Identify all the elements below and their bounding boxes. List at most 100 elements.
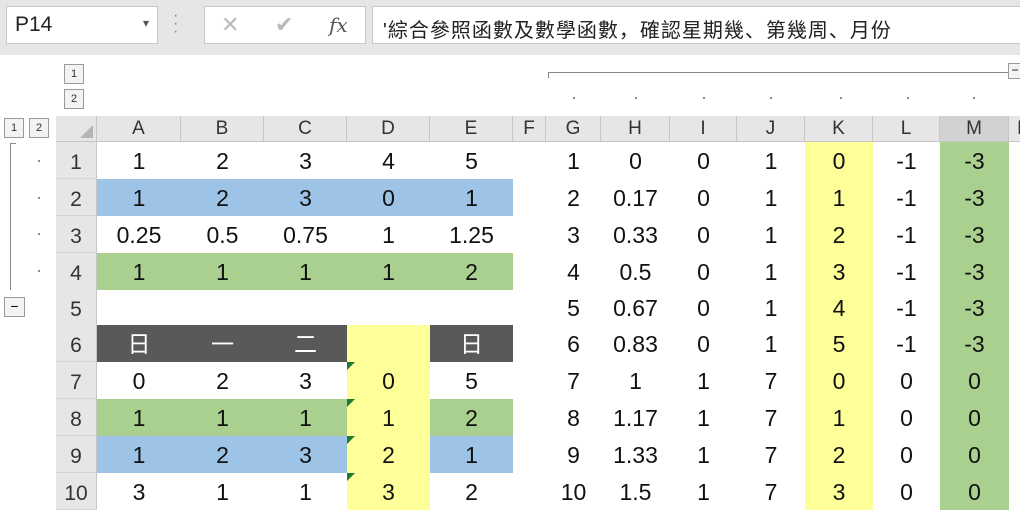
cell-h10[interactable]: 1.5 — [601, 473, 670, 510]
cell-k4[interactable]: 3 — [805, 253, 873, 290]
cell-j7[interactable]: 7 — [737, 362, 805, 399]
formula-input[interactable]: '綜合參照函數及數學函數，確認星期幾、第幾周、月份 — [372, 6, 1020, 44]
cell-g3[interactable]: 3 — [546, 216, 601, 253]
more-options-icon[interactable]: · · · — [173, 8, 178, 40]
cell-f2[interactable] — [513, 179, 546, 216]
cell-d6[interactable] — [347, 325, 430, 362]
cell-l4[interactable]: -1 — [873, 253, 940, 290]
cell-k5[interactable]: 4 — [805, 289, 873, 326]
cell-i7[interactable]: 1 — [670, 362, 737, 399]
cell-j4[interactable]: 1 — [737, 253, 805, 290]
row-group-collapse-button[interactable]: − — [4, 297, 25, 317]
cell-a5[interactable] — [97, 289, 181, 326]
cell-j1[interactable]: 1 — [737, 142, 805, 179]
row-header-1[interactable]: 1 — [56, 142, 97, 179]
cell-k8[interactable]: 1 — [805, 399, 873, 436]
cell-a7[interactable]: 0 — [97, 362, 181, 399]
column-outline-level-2[interactable]: 2 — [64, 89, 84, 109]
error-indicator-icon[interactable] — [347, 362, 355, 370]
row-header-8[interactable]: 8 — [56, 399, 97, 436]
cell-f9[interactable] — [513, 436, 546, 473]
cell-a8[interactable]: 1 — [97, 399, 181, 436]
cell-j10[interactable]: 7 — [737, 473, 805, 510]
cell-k3[interactable]: 2 — [805, 216, 873, 253]
cell-h1[interactable]: 0 — [601, 142, 670, 179]
cell-e3[interactable]: 1.25 — [430, 216, 513, 253]
cell-k10[interactable]: 3 — [805, 473, 873, 510]
column-header-b[interactable]: B — [181, 116, 264, 142]
cell-l2[interactable]: -1 — [873, 179, 940, 216]
column-header-m[interactable]: M — [940, 116, 1009, 142]
cell-m5[interactable]: -3 — [940, 289, 1009, 326]
cell-e5[interactable] — [430, 289, 513, 326]
cell-g6[interactable]: 6 — [546, 325, 601, 362]
cell-c6[interactable]: 二 — [264, 325, 347, 362]
cell-m1[interactable]: -3 — [940, 142, 1009, 179]
column-header-n[interactable]: N — [1009, 116, 1020, 142]
row-header-10[interactable]: 10 — [56, 473, 97, 510]
cell-b8[interactable]: 1 — [181, 399, 264, 436]
cell-e6[interactable]: 日 — [430, 325, 513, 362]
cell-h2[interactable]: 0.17 — [601, 179, 670, 216]
cell-e4[interactable]: 2 — [430, 253, 513, 290]
cell-g1[interactable]: 1 — [546, 142, 601, 179]
cell-m2[interactable]: -3 — [940, 179, 1009, 216]
column-header-c[interactable]: C — [264, 116, 347, 142]
cell-c10[interactable]: 1 — [264, 473, 347, 510]
cell-d7[interactable]: 0 — [347, 362, 430, 399]
cell-b9[interactable]: 2 — [181, 436, 264, 473]
cell-g7[interactable]: 7 — [546, 362, 601, 399]
cell-e10[interactable]: 2 — [430, 473, 513, 510]
cell-i9[interactable]: 1 — [670, 436, 737, 473]
row-outline-level-1[interactable]: 1 — [4, 118, 24, 138]
cell-j9[interactable]: 7 — [737, 436, 805, 473]
cell-a9[interactable]: 1 — [97, 436, 181, 473]
cell-d3[interactable]: 1 — [347, 216, 430, 253]
cell-c7[interactable]: 3 — [264, 362, 347, 399]
row-outline-level-2[interactable]: 2 — [29, 118, 49, 138]
cell-i6[interactable]: 0 — [670, 325, 737, 362]
cell-i2[interactable]: 0 — [670, 179, 737, 216]
cell-c2[interactable]: 3 — [264, 179, 347, 216]
cell-l5[interactable]: -1 — [873, 289, 940, 326]
row-header-7[interactable]: 7 — [56, 362, 97, 399]
column-header-j[interactable]: J — [737, 116, 805, 142]
cell-h9[interactable]: 1.33 — [601, 436, 670, 473]
cell-m4[interactable]: -3 — [940, 253, 1009, 290]
row-header-6[interactable]: 6 — [56, 325, 97, 362]
cell-d10[interactable]: 3 — [347, 473, 430, 510]
cell-j8[interactable]: 7 — [737, 399, 805, 436]
cell-j6[interactable]: 1 — [737, 325, 805, 362]
cell-f1[interactable] — [513, 142, 546, 179]
cell-j2[interactable]: 1 — [737, 179, 805, 216]
cell-h5[interactable]: 0.67 — [601, 289, 670, 326]
column-header-e[interactable]: E — [430, 116, 513, 142]
column-outline-level-1[interactable]: 1 — [64, 64, 84, 84]
row-header-2[interactable]: 2 — [56, 179, 97, 216]
column-header-d[interactable]: D — [347, 116, 430, 142]
cell-c5[interactable] — [264, 289, 347, 326]
column-header-l[interactable]: L — [873, 116, 940, 142]
cell-d1[interactable]: 4 — [347, 142, 430, 179]
cell-m6[interactable]: -3 — [940, 325, 1009, 362]
cell-h7[interactable]: 1 — [601, 362, 670, 399]
cell-g8[interactable]: 8 — [546, 399, 601, 436]
cell-e7[interactable]: 5 — [430, 362, 513, 399]
insert-function-icon[interactable]: fx — [329, 13, 348, 37]
cell-b7[interactable]: 2 — [181, 362, 264, 399]
column-header-k[interactable]: K — [805, 116, 873, 142]
cell-b1[interactable]: 2 — [181, 142, 264, 179]
cell-a1[interactable]: 1 — [97, 142, 181, 179]
cell-d8[interactable]: 1 — [347, 399, 430, 436]
cell-f3[interactable] — [513, 216, 546, 253]
cell-e1[interactable]: 5 — [430, 142, 513, 179]
cell-a3[interactable]: 0.25 — [97, 216, 181, 253]
error-indicator-icon[interactable] — [347, 399, 355, 407]
cell-c4[interactable]: 1 — [264, 253, 347, 290]
select-all-button[interactable] — [56, 116, 97, 142]
cell-h3[interactable]: 0.33 — [601, 216, 670, 253]
cancel-icon[interactable]: ✕ — [221, 12, 239, 38]
column-group-collapse-button[interactable]: − — [1008, 63, 1020, 79]
cell-i8[interactable]: 1 — [670, 399, 737, 436]
cell-j3[interactable]: 1 — [737, 216, 805, 253]
